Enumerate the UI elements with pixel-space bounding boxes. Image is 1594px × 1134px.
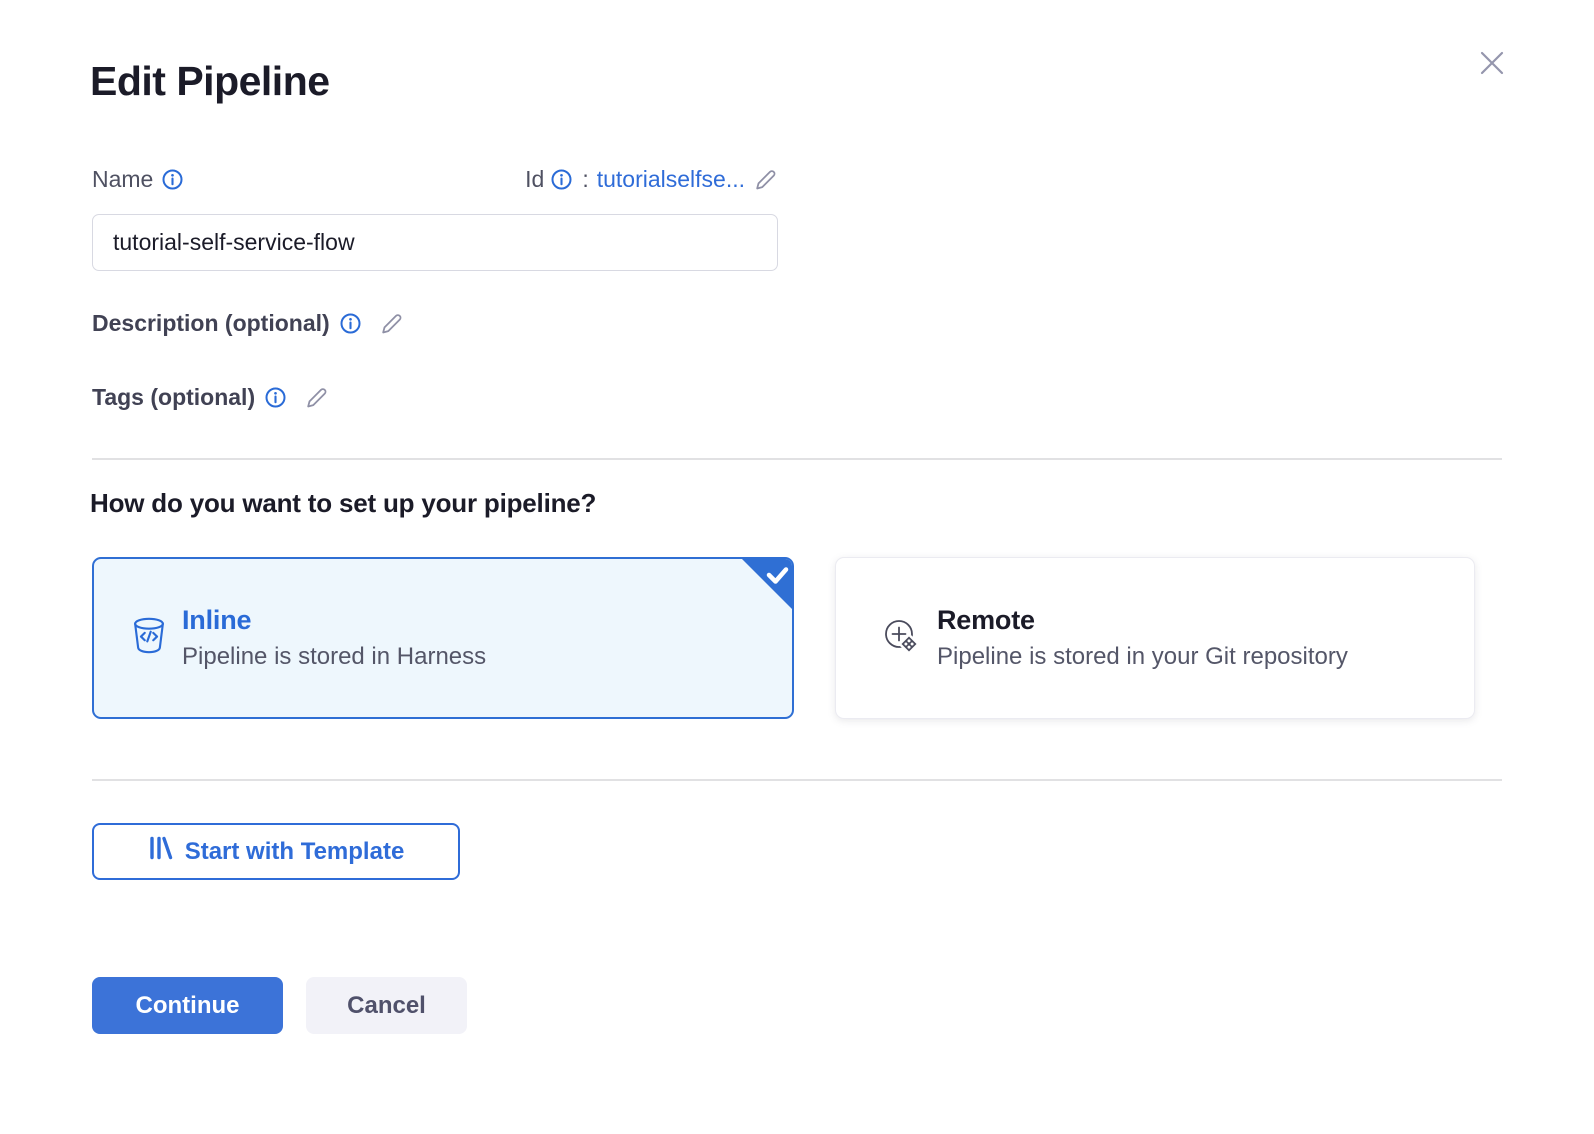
description-label: Description (optional) xyxy=(92,310,330,337)
tags-label-group: Tags (optional) xyxy=(92,384,286,411)
name-label-group: Name xyxy=(92,166,183,193)
page-title: Edit Pipeline xyxy=(90,58,330,105)
remote-option-title: Remote xyxy=(937,605,1348,636)
inline-option-title: Inline xyxy=(182,605,486,636)
start-with-template-label: Start with Template xyxy=(185,838,405,866)
tags-info-icon[interactable] xyxy=(265,387,286,408)
option-card-inline[interactable]: Inline Pipeline is stored in Harness xyxy=(92,557,794,719)
description-info-icon[interactable] xyxy=(340,313,361,334)
remote-option-subtitle: Pipeline is stored in your Git repositor… xyxy=(937,643,1348,671)
footer-actions: Continue Cancel xyxy=(92,977,467,1034)
selected-checkmark-icon xyxy=(739,558,793,617)
tags-row: Tags (optional) xyxy=(92,384,329,411)
tags-edit-pencil-icon[interactable] xyxy=(304,385,329,410)
id-label: Id xyxy=(525,166,544,193)
name-label: Name xyxy=(92,166,153,193)
id-value-link[interactable]: tutorialselfse... xyxy=(597,166,745,193)
tags-label: Tags (optional) xyxy=(92,384,255,411)
id-group: Id : tutorialselfse... xyxy=(525,166,778,193)
name-info-icon[interactable] xyxy=(162,169,183,190)
divider xyxy=(92,458,1502,460)
divider xyxy=(92,779,1502,781)
option-card-remote[interactable]: Remote Pipeline is stored in your Git re… xyxy=(835,557,1475,719)
close-icon xyxy=(1475,46,1509,83)
id-edit-pencil-icon[interactable] xyxy=(753,167,778,192)
description-edit-pencil-icon[interactable] xyxy=(379,311,404,336)
description-row: Description (optional) xyxy=(92,310,404,337)
id-label-group: Id xyxy=(525,166,572,193)
id-colon: : xyxy=(582,166,588,193)
name-id-row: Name Id : tutorialselfse... xyxy=(92,166,778,193)
remote-git-icon xyxy=(882,617,920,660)
id-info-icon[interactable] xyxy=(551,169,572,190)
pipeline-name-input[interactable] xyxy=(92,214,778,271)
start-with-template-button[interactable]: Start with Template xyxy=(92,823,460,880)
storage-options: Inline Pipeline is stored in Harness xyxy=(92,557,1475,719)
close-button[interactable] xyxy=(1474,46,1510,82)
template-library-icon xyxy=(148,836,173,867)
inline-option-subtitle: Pipeline is stored in Harness xyxy=(182,643,486,671)
setup-question: How do you want to set up your pipeline? xyxy=(90,488,596,519)
continue-button[interactable]: Continue xyxy=(92,977,283,1034)
cancel-button[interactable]: Cancel xyxy=(306,977,467,1034)
description-label-group: Description (optional) xyxy=(92,310,361,337)
inline-store-icon xyxy=(133,617,165,659)
